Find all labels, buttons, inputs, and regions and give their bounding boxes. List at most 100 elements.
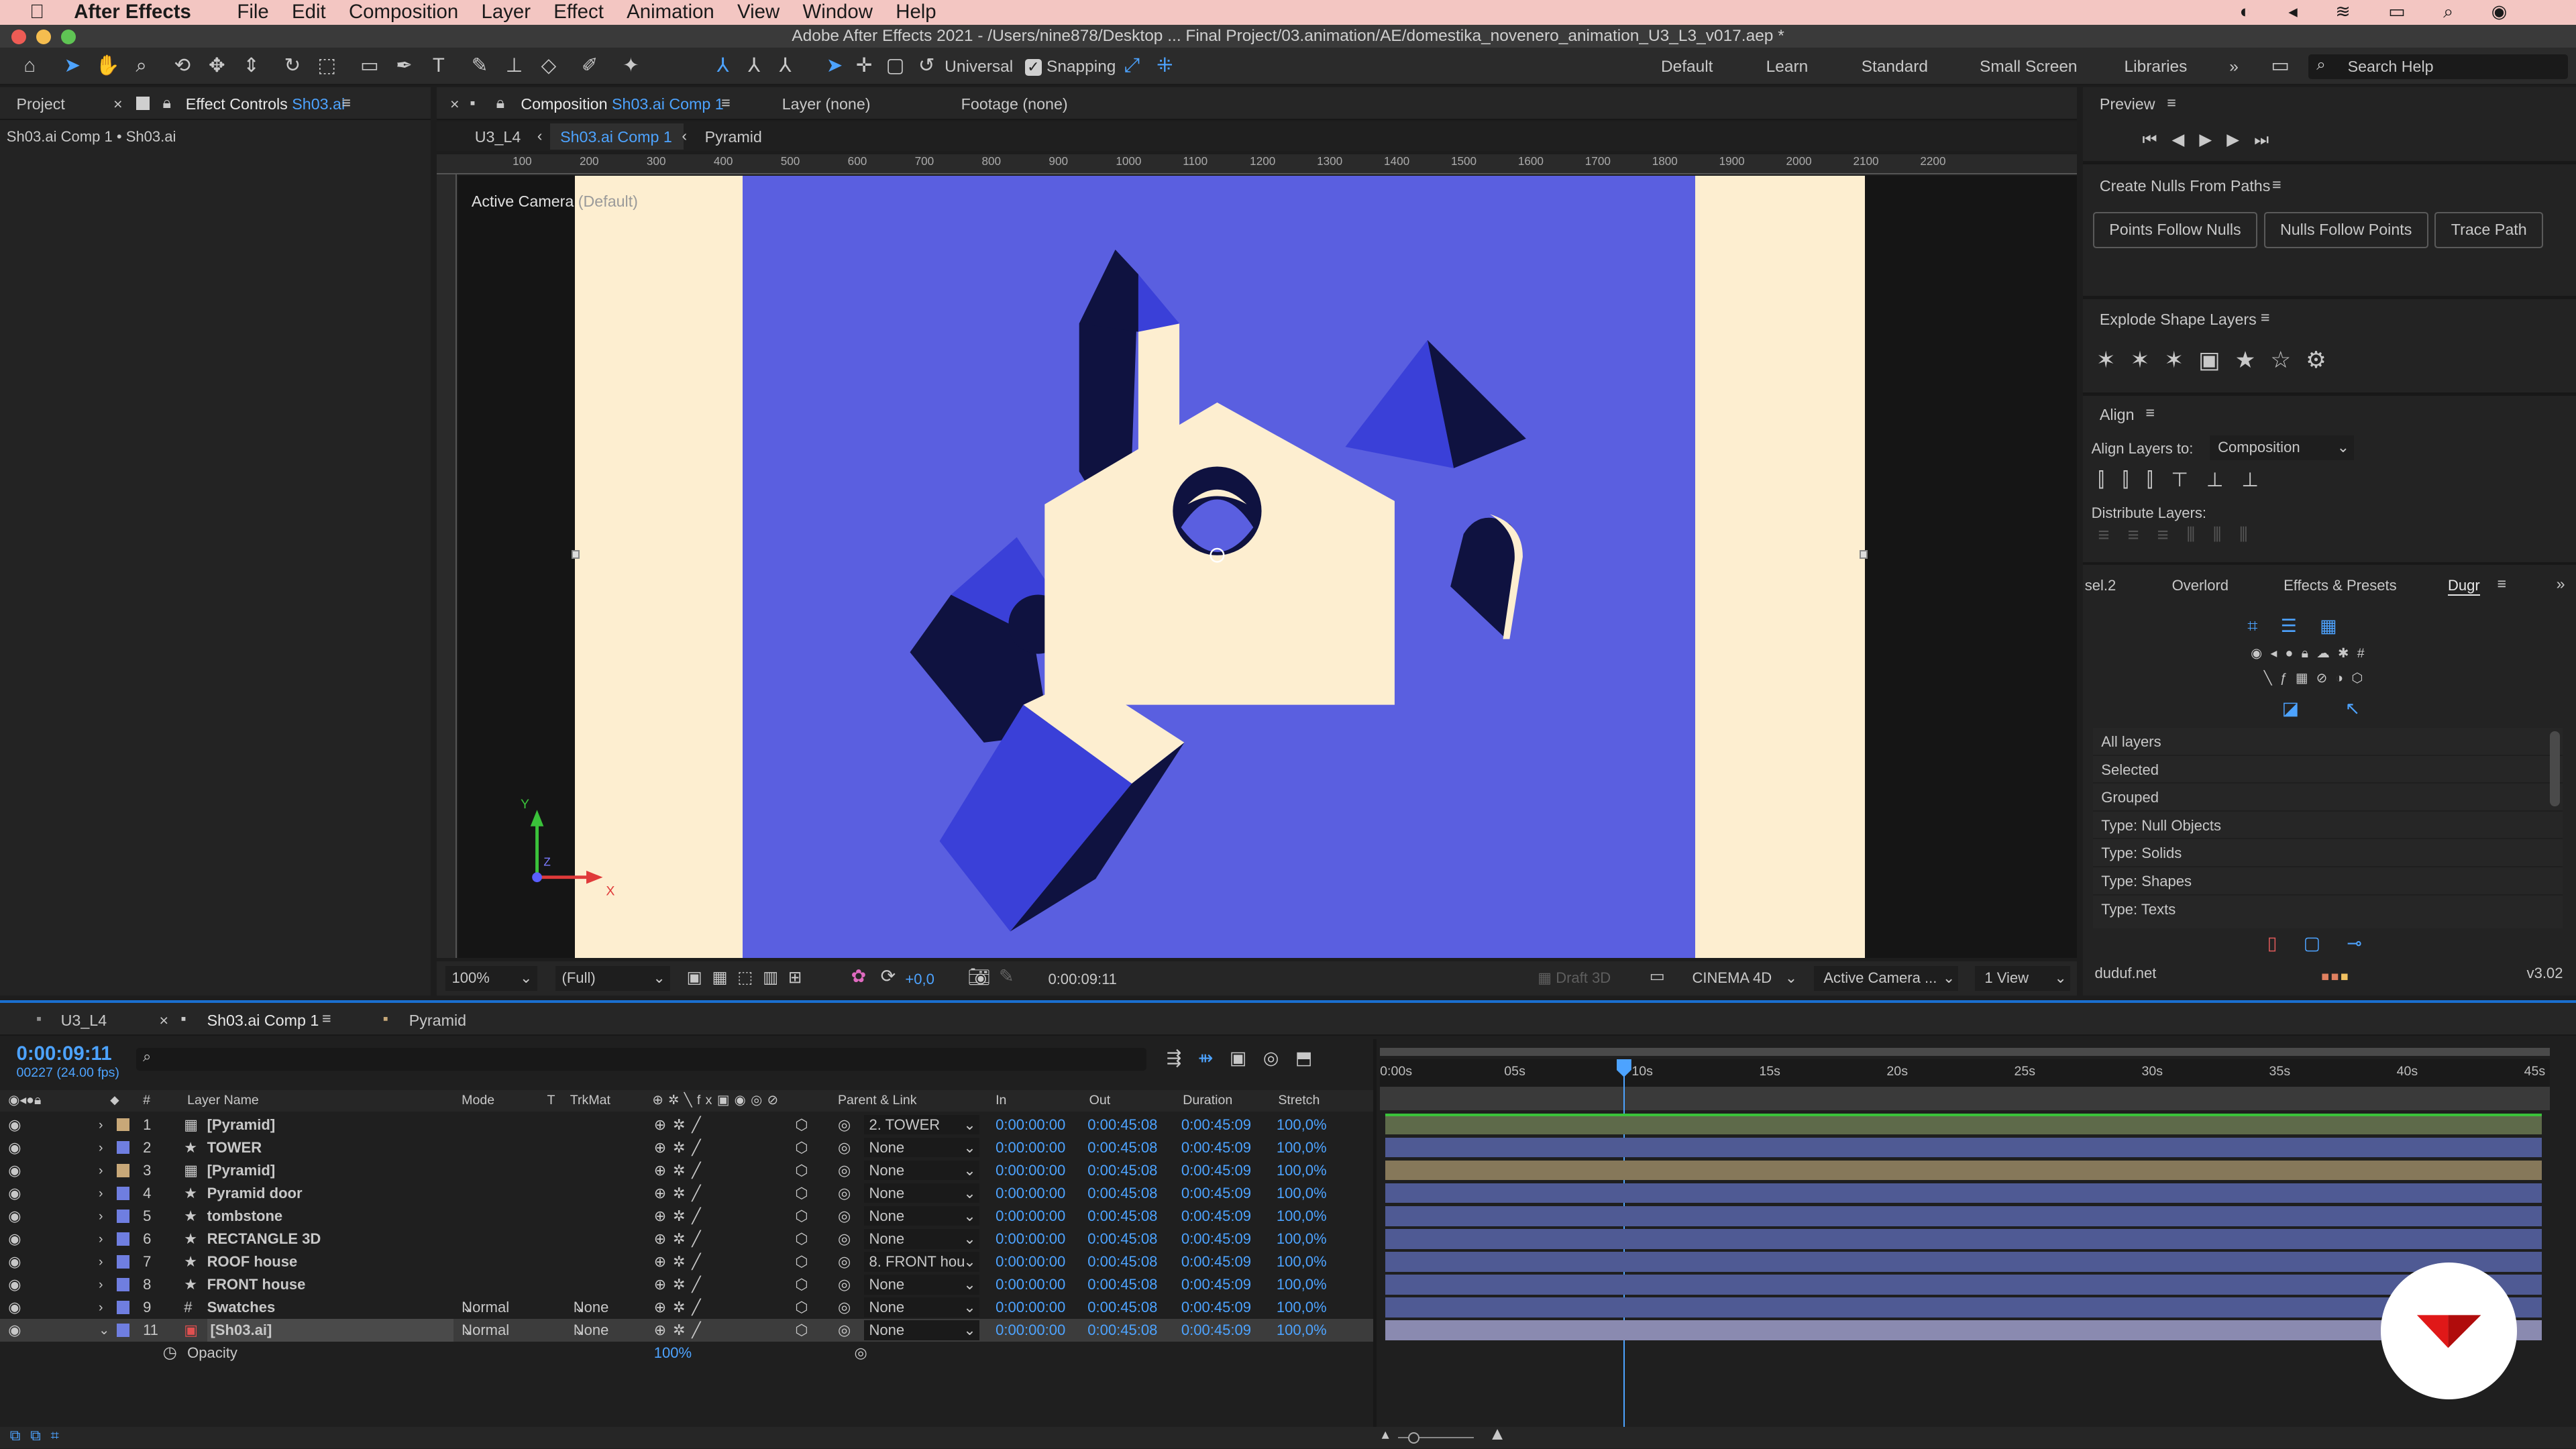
status-icons[interactable]: ◐ ◂ ≋ ▭ ⌕ ◉ xyxy=(2240,1,2524,23)
parent-pickwhip-icon[interactable]: ◎ xyxy=(838,1159,851,1182)
app-menu[interactable]: After Effects xyxy=(74,1,191,23)
layer-label-color[interactable] xyxy=(116,1278,130,1291)
dugr-action-icons[interactable]: ◪↖ xyxy=(2282,698,2406,719)
layer-stretch[interactable]: 100,0% xyxy=(1277,1319,1327,1342)
layer-label-color[interactable] xyxy=(116,1186,130,1200)
layer-out-time[interactable]: 0:00:45:08 xyxy=(1087,1228,1157,1250)
column-duration[interactable]: Duration xyxy=(1183,1090,1232,1112)
expand-chevron-icon[interactable]: › xyxy=(99,1159,103,1182)
layer-mode-dropdown[interactable]: Normal ⌄ xyxy=(462,1296,534,1319)
tab-effects-presets[interactable]: Effects & Presets xyxy=(2284,577,2397,594)
parent-dropdown[interactable]: None ⌄ xyxy=(864,1297,979,1318)
tab-dugr[interactable]: Dugr xyxy=(2448,577,2480,596)
layer-3d-icon[interactable]: ⬡ xyxy=(795,1182,808,1205)
layer-label-color[interactable] xyxy=(116,1210,130,1223)
nav-item-sh03-comp[interactable]: Sh03.ai Comp 1 xyxy=(560,128,672,146)
parent-pickwhip-icon[interactable]: ◎ xyxy=(838,1319,851,1342)
timeline-tab-pyramid[interactable]: Pyramid xyxy=(409,1012,466,1030)
dugr-bottom-icons[interactable]: ▯▢⊸ xyxy=(2267,933,2388,954)
type-tool-icon[interactable]: T xyxy=(427,54,450,77)
parent-dropdown[interactable]: 8. FRONT hou ⌄ xyxy=(864,1252,979,1272)
time-ruler[interactable]: 0:00s 05s 10s 15s 20s 25s 30s 35s 40s 45s xyxy=(1380,1059,2550,1087)
explode-tool-icons[interactable]: ✶✶✶▣★☆⚙ xyxy=(2096,347,2341,374)
menu-window[interactable]: Window xyxy=(802,0,872,25)
layer-name[interactable]: tombstone xyxy=(207,1205,283,1228)
visibility-eye-icon[interactable]: ◉ xyxy=(8,1136,21,1159)
lock-icon[interactable] xyxy=(136,97,150,111)
workspace-libraries[interactable]: Libraries xyxy=(2125,58,2188,76)
tower-roof-light[interactable] xyxy=(1138,274,1180,332)
renderer-icon[interactable]: ▭ xyxy=(1650,966,1665,986)
layer-switch-icons[interactable]: ⊕✲╱ xyxy=(654,1159,708,1182)
axis-local-icon[interactable]: ⅄ xyxy=(711,54,734,77)
layer-name[interactable]: RECTANGLE 3D xyxy=(207,1228,321,1250)
rotate-tool-icon[interactable]: ↻ xyxy=(281,54,304,77)
layer-in-time[interactable]: 0:00:00:00 xyxy=(996,1228,1065,1250)
vertical-ruler[interactable] xyxy=(437,174,457,958)
layer-stretch[interactable]: 100,0% xyxy=(1277,1250,1327,1273)
close-timeline-tab-icon[interactable]: × xyxy=(160,1012,169,1030)
nav-item-u3-l4[interactable]: U3_L4 xyxy=(475,128,521,146)
menu-effect[interactable]: Effect xyxy=(553,0,604,25)
exposure-reset-icon[interactable]: ⟳ xyxy=(881,966,896,987)
clone-stamp-tool-icon[interactable]: ⊥ xyxy=(502,54,525,77)
tab-composition[interactable]: Composition Sh03.ai Comp 1 xyxy=(521,95,723,113)
timeline-tab-u3-l4[interactable]: U3_L4 xyxy=(61,1012,107,1030)
tab-layer[interactable]: Layer (none) xyxy=(782,95,871,113)
layer-label-color[interactable] xyxy=(116,1324,130,1337)
expand-chevron-icon[interactable]: › xyxy=(99,1273,103,1296)
close-project-tab-icon[interactable]: × xyxy=(113,95,123,113)
layer-row[interactable]: ◉ › 4 ★ Pyramid door ⊕✲╱ ⬡ ◎ None ⌄ 0:00:00:00 0:00… xyxy=(0,1182,1373,1205)
menu-file[interactable]: File xyxy=(237,0,268,25)
layer-row[interactable]: ◉ › 9 # Swatches Normal ⌄ None ⌄ ⊕✲╱ ⬡ ◎ None ⌄ 0:00… xyxy=(0,1296,1373,1319)
visibility-eye-icon[interactable]: ◉ xyxy=(8,1228,21,1250)
resolution-dropdown[interactable]: (Full) ⌄ xyxy=(555,966,671,991)
draft-3d-toggle[interactable]: ▦ Draft 3D xyxy=(1538,969,1611,987)
eraser-tool-icon[interactable]: ◇ xyxy=(537,54,560,77)
label-column-icon[interactable]: ⬥ xyxy=(110,1090,119,1112)
close-comp-tab-icon[interactable]: × xyxy=(450,95,460,113)
zoom-in-icon[interactable]: ▲ xyxy=(1489,1424,1507,1444)
align-to-dropdown[interactable]: Composition ⌄ xyxy=(2209,435,2355,460)
visibility-eye-icon[interactable]: ◉ xyxy=(8,1273,21,1296)
workspace-settings-icon[interactable]: ▭ xyxy=(2269,54,2292,77)
exposure-value[interactable]: +0,0 xyxy=(905,971,934,988)
workspace-learn[interactable]: Learn xyxy=(1766,58,1809,76)
layer-out-time[interactable]: 0:00:45:08 xyxy=(1087,1205,1157,1228)
layer-row[interactable]: ◉ › 5 ★ tombstone ⊕✲╱ ⬡ ◎ None ⌄ 0:00:00:00 0:00:45… xyxy=(0,1205,1373,1228)
parent-pickwhip-icon[interactable]: ◎ xyxy=(838,1136,851,1159)
rotate-tool-mode-icon[interactable]: ↺ xyxy=(915,54,938,77)
layer-3d-icon[interactable]: ⬡ xyxy=(795,1296,808,1319)
apple-icon[interactable]:  xyxy=(30,0,44,25)
opacity-property-row[interactable]: ◷ Opacity 100% ◎ xyxy=(0,1342,1373,1364)
opacity-value[interactable]: 100% xyxy=(654,1342,692,1364)
layer-out-time[interactable]: 0:00:45:08 xyxy=(1087,1136,1157,1159)
layer-duration[interactable]: 0:00:45:09 xyxy=(1181,1319,1251,1342)
layer-name[interactable]: Pyramid door xyxy=(207,1182,303,1205)
layer-switch-icons[interactable]: ⊕✲╱ xyxy=(654,1228,708,1250)
layer-out-time[interactable]: 0:00:45:08 xyxy=(1087,1182,1157,1205)
layer-in-time[interactable]: 0:00:00:00 xyxy=(996,1114,1065,1136)
axis-z-point[interactable] xyxy=(532,872,543,883)
expand-chevron-icon[interactable]: › xyxy=(99,1250,103,1273)
layer-duration[interactable]: 0:00:45:09 xyxy=(1181,1205,1251,1228)
rectangle-tool-icon[interactable]: ▭ xyxy=(358,54,381,77)
comp-lock-icon[interactable]: ▪ xyxy=(470,94,475,112)
layer-name[interactable]: FRONT house xyxy=(207,1273,306,1296)
layer-3d-icon[interactable]: ⬡ xyxy=(795,1136,808,1159)
work-area-bar[interactable] xyxy=(1380,1047,2550,1056)
layer-switch-icons[interactable]: ⊕✲╱ xyxy=(654,1136,708,1159)
dugr-tool-icons[interactable]: ⌗☰▦ xyxy=(2247,616,2360,637)
snapshot-camera-icon[interactable]: 📷︎ xyxy=(967,966,990,987)
zoom-window-button[interactable] xyxy=(60,30,76,45)
layer-3d-icon[interactable]: ⬡ xyxy=(795,1159,808,1182)
puppet-tool-icon[interactable]: ✦ xyxy=(619,54,642,77)
switches-column-icons[interactable]: ⊕✲╲fx▣◉◎⊘ xyxy=(652,1090,783,1112)
layer-duration-bar[interactable] xyxy=(1385,1275,2542,1295)
timeline-tab-sh03-comp[interactable]: Sh03.ai Comp 1 xyxy=(207,1012,319,1030)
layer-duration[interactable]: 0:00:45:09 xyxy=(1181,1114,1251,1136)
layer-name[interactable]: [Pyramid] xyxy=(207,1114,276,1136)
visibility-eye-icon[interactable]: ◉ xyxy=(8,1296,21,1319)
layer-in-time[interactable]: 0:00:00:00 xyxy=(996,1296,1065,1319)
workspace-default[interactable]: Default xyxy=(1661,58,1713,76)
